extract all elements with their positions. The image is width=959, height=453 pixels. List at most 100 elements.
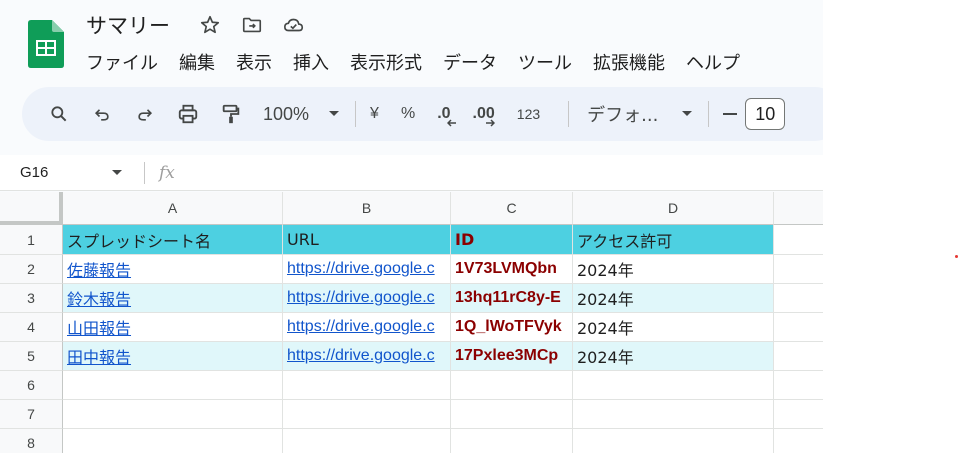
menu-data[interactable]: データ <box>443 49 497 75</box>
increase-decimal-button[interactable]: .00 <box>473 98 495 130</box>
font-family-select[interactable]: デフォ... <box>587 98 658 130</box>
move-folder-icon[interactable] <box>238 11 266 39</box>
cell-e5[interactable] <box>774 342 823 371</box>
cell-a8[interactable] <box>63 429 283 453</box>
column-header-e[interactable] <box>774 192 823 225</box>
cell-c4[interactable]: 1Q_lWoTFVyk <box>451 313 573 342</box>
number-format-button[interactable]: 123 <box>517 98 540 130</box>
cell-a7[interactable] <box>63 400 283 429</box>
cell-b3[interactable]: https://drive.google.c <box>283 284 451 313</box>
cell-d5[interactable]: 2024年 <box>573 342 774 371</box>
search-icon[interactable] <box>46 98 72 130</box>
url-link[interactable]: https://drive.google.c <box>287 289 435 307</box>
font-size-input[interactable]: 10 <box>745 98 786 130</box>
cell-a6[interactable] <box>63 371 283 400</box>
url-link[interactable]: https://drive.google.c <box>287 318 435 336</box>
cell-c7[interactable] <box>451 400 573 429</box>
spreadsheet-link[interactable]: 佐藤報告 <box>67 257 131 281</box>
cell-c8[interactable] <box>451 429 573 453</box>
title-row: サマリー <box>86 10 308 40</box>
star-icon[interactable] <box>196 11 224 39</box>
cell-e3[interactable] <box>774 284 823 313</box>
column-header-c[interactable]: C <box>451 192 573 225</box>
print-icon[interactable] <box>175 98 201 130</box>
menu-edit[interactable]: 編集 <box>179 49 215 75</box>
cell-e7[interactable] <box>774 400 823 429</box>
cell-d4[interactable]: 2024年 <box>573 313 774 342</box>
cell-e4[interactable] <box>774 313 823 342</box>
cell-a5[interactable]: 田中報告 <box>63 342 283 371</box>
row-header[interactable]: 4 <box>0 313 63 342</box>
cell-a2[interactable]: 佐藤報告 <box>63 255 283 284</box>
cell-d1[interactable]: アクセス許可 <box>573 225 774 255</box>
column-header-b[interactable]: B <box>283 192 451 225</box>
cell-d7[interactable] <box>573 400 774 429</box>
column-header-d[interactable]: D <box>573 192 774 225</box>
row-header[interactable]: 1 <box>0 225 63 255</box>
url-link[interactable]: https://drive.google.c <box>287 260 435 278</box>
decrease-decimal-button[interactable]: .0 <box>437 98 457 130</box>
cell-e2[interactable] <box>774 255 823 284</box>
column-header-a[interactable]: A <box>63 192 283 225</box>
paint-format-icon[interactable] <box>218 98 244 130</box>
menu-extensions[interactable]: 拡張機能 <box>593 49 665 75</box>
cell-b8[interactable] <box>283 429 451 453</box>
row-header[interactable]: 6 <box>0 371 63 400</box>
row-header[interactable]: 7 <box>0 400 63 429</box>
cell-c3[interactable]: 13hq11rC8y-E <box>451 284 573 313</box>
menu-format[interactable]: 表示形式 <box>350 49 422 75</box>
cell-c5[interactable]: 17Pxlee3MCp <box>451 342 573 371</box>
cell-b2[interactable]: https://drive.google.c <box>283 255 451 284</box>
row-header[interactable]: 8 <box>0 429 63 453</box>
select-all-corner[interactable] <box>0 192 63 225</box>
cell-c2[interactable]: 1V73LVMQbn <box>451 255 573 284</box>
name-box-dropdown-icon[interactable] <box>110 166 124 180</box>
undo-icon[interactable] <box>89 98 115 130</box>
formula-bar: G16 fx <box>0 155 823 191</box>
cell-b4[interactable]: https://drive.google.c <box>283 313 451 342</box>
redo-icon[interactable] <box>132 98 158 130</box>
cell-e8[interactable] <box>774 429 823 453</box>
name-box[interactable]: G16 <box>20 164 110 181</box>
blank-area <box>823 0 959 453</box>
currency-format-button[interactable]: ¥ <box>370 98 379 130</box>
document-title[interactable]: サマリー <box>86 10 170 40</box>
cell-c6[interactable] <box>451 371 573 400</box>
cell-a1[interactable]: スプレッドシート名 <box>63 225 283 255</box>
font-dropdown-icon[interactable] <box>680 98 694 130</box>
row-header[interactable]: 3 <box>0 284 63 313</box>
cell-b5[interactable]: https://drive.google.c <box>283 342 451 371</box>
zoom-value[interactable]: 100% <box>263 98 309 130</box>
menu-view[interactable]: 表示 <box>236 49 272 75</box>
cell-d8[interactable] <box>573 429 774 453</box>
cell-b6[interactable] <box>283 371 451 400</box>
toolbar-divider <box>708 101 710 127</box>
percent-format-button[interactable]: % <box>401 98 415 130</box>
toolbar: 100% ¥ % .0 .00 123 デフォ... 10 <box>22 87 823 141</box>
cell-c1[interactable]: ID <box>451 225 573 255</box>
row-header[interactable]: 2 <box>0 255 63 284</box>
menu-file[interactable]: ファイル <box>86 49 158 75</box>
sheets-logo-icon[interactable] <box>28 20 64 68</box>
cell-d2[interactable]: 2024年 <box>573 255 774 284</box>
cell-d3[interactable]: 2024年 <box>573 284 774 313</box>
cell-a3[interactable]: 鈴木報告 <box>63 284 283 313</box>
cell-e1[interactable] <box>774 225 823 255</box>
row-header[interactable]: 5 <box>0 342 63 371</box>
cell-d6[interactable] <box>573 371 774 400</box>
cell-b7[interactable] <box>283 400 451 429</box>
menu-tools[interactable]: ツール <box>518 49 572 75</box>
zoom-dropdown-icon[interactable] <box>327 98 341 130</box>
spreadsheet-link[interactable]: 山田報告 <box>67 315 131 339</box>
sheets-app: サマリー ファイル 編集 表示 挿入 表示形式 データ ツール 拡張機能 ヘルプ <box>0 0 823 453</box>
cloud-status-icon[interactable] <box>280 11 308 39</box>
menu-insert[interactable]: 挿入 <box>293 49 329 75</box>
cell-e6[interactable] <box>774 371 823 400</box>
spreadsheet-link[interactable]: 田中報告 <box>67 344 131 368</box>
cell-a4[interactable]: 山田報告 <box>63 313 283 342</box>
url-link[interactable]: https://drive.google.c <box>287 347 435 365</box>
menu-help[interactable]: ヘルプ <box>686 49 740 75</box>
font-size-decrease-button[interactable] <box>723 98 738 130</box>
spreadsheet-link[interactable]: 鈴木報告 <box>67 286 131 310</box>
cell-b1[interactable]: URL <box>283 225 451 255</box>
